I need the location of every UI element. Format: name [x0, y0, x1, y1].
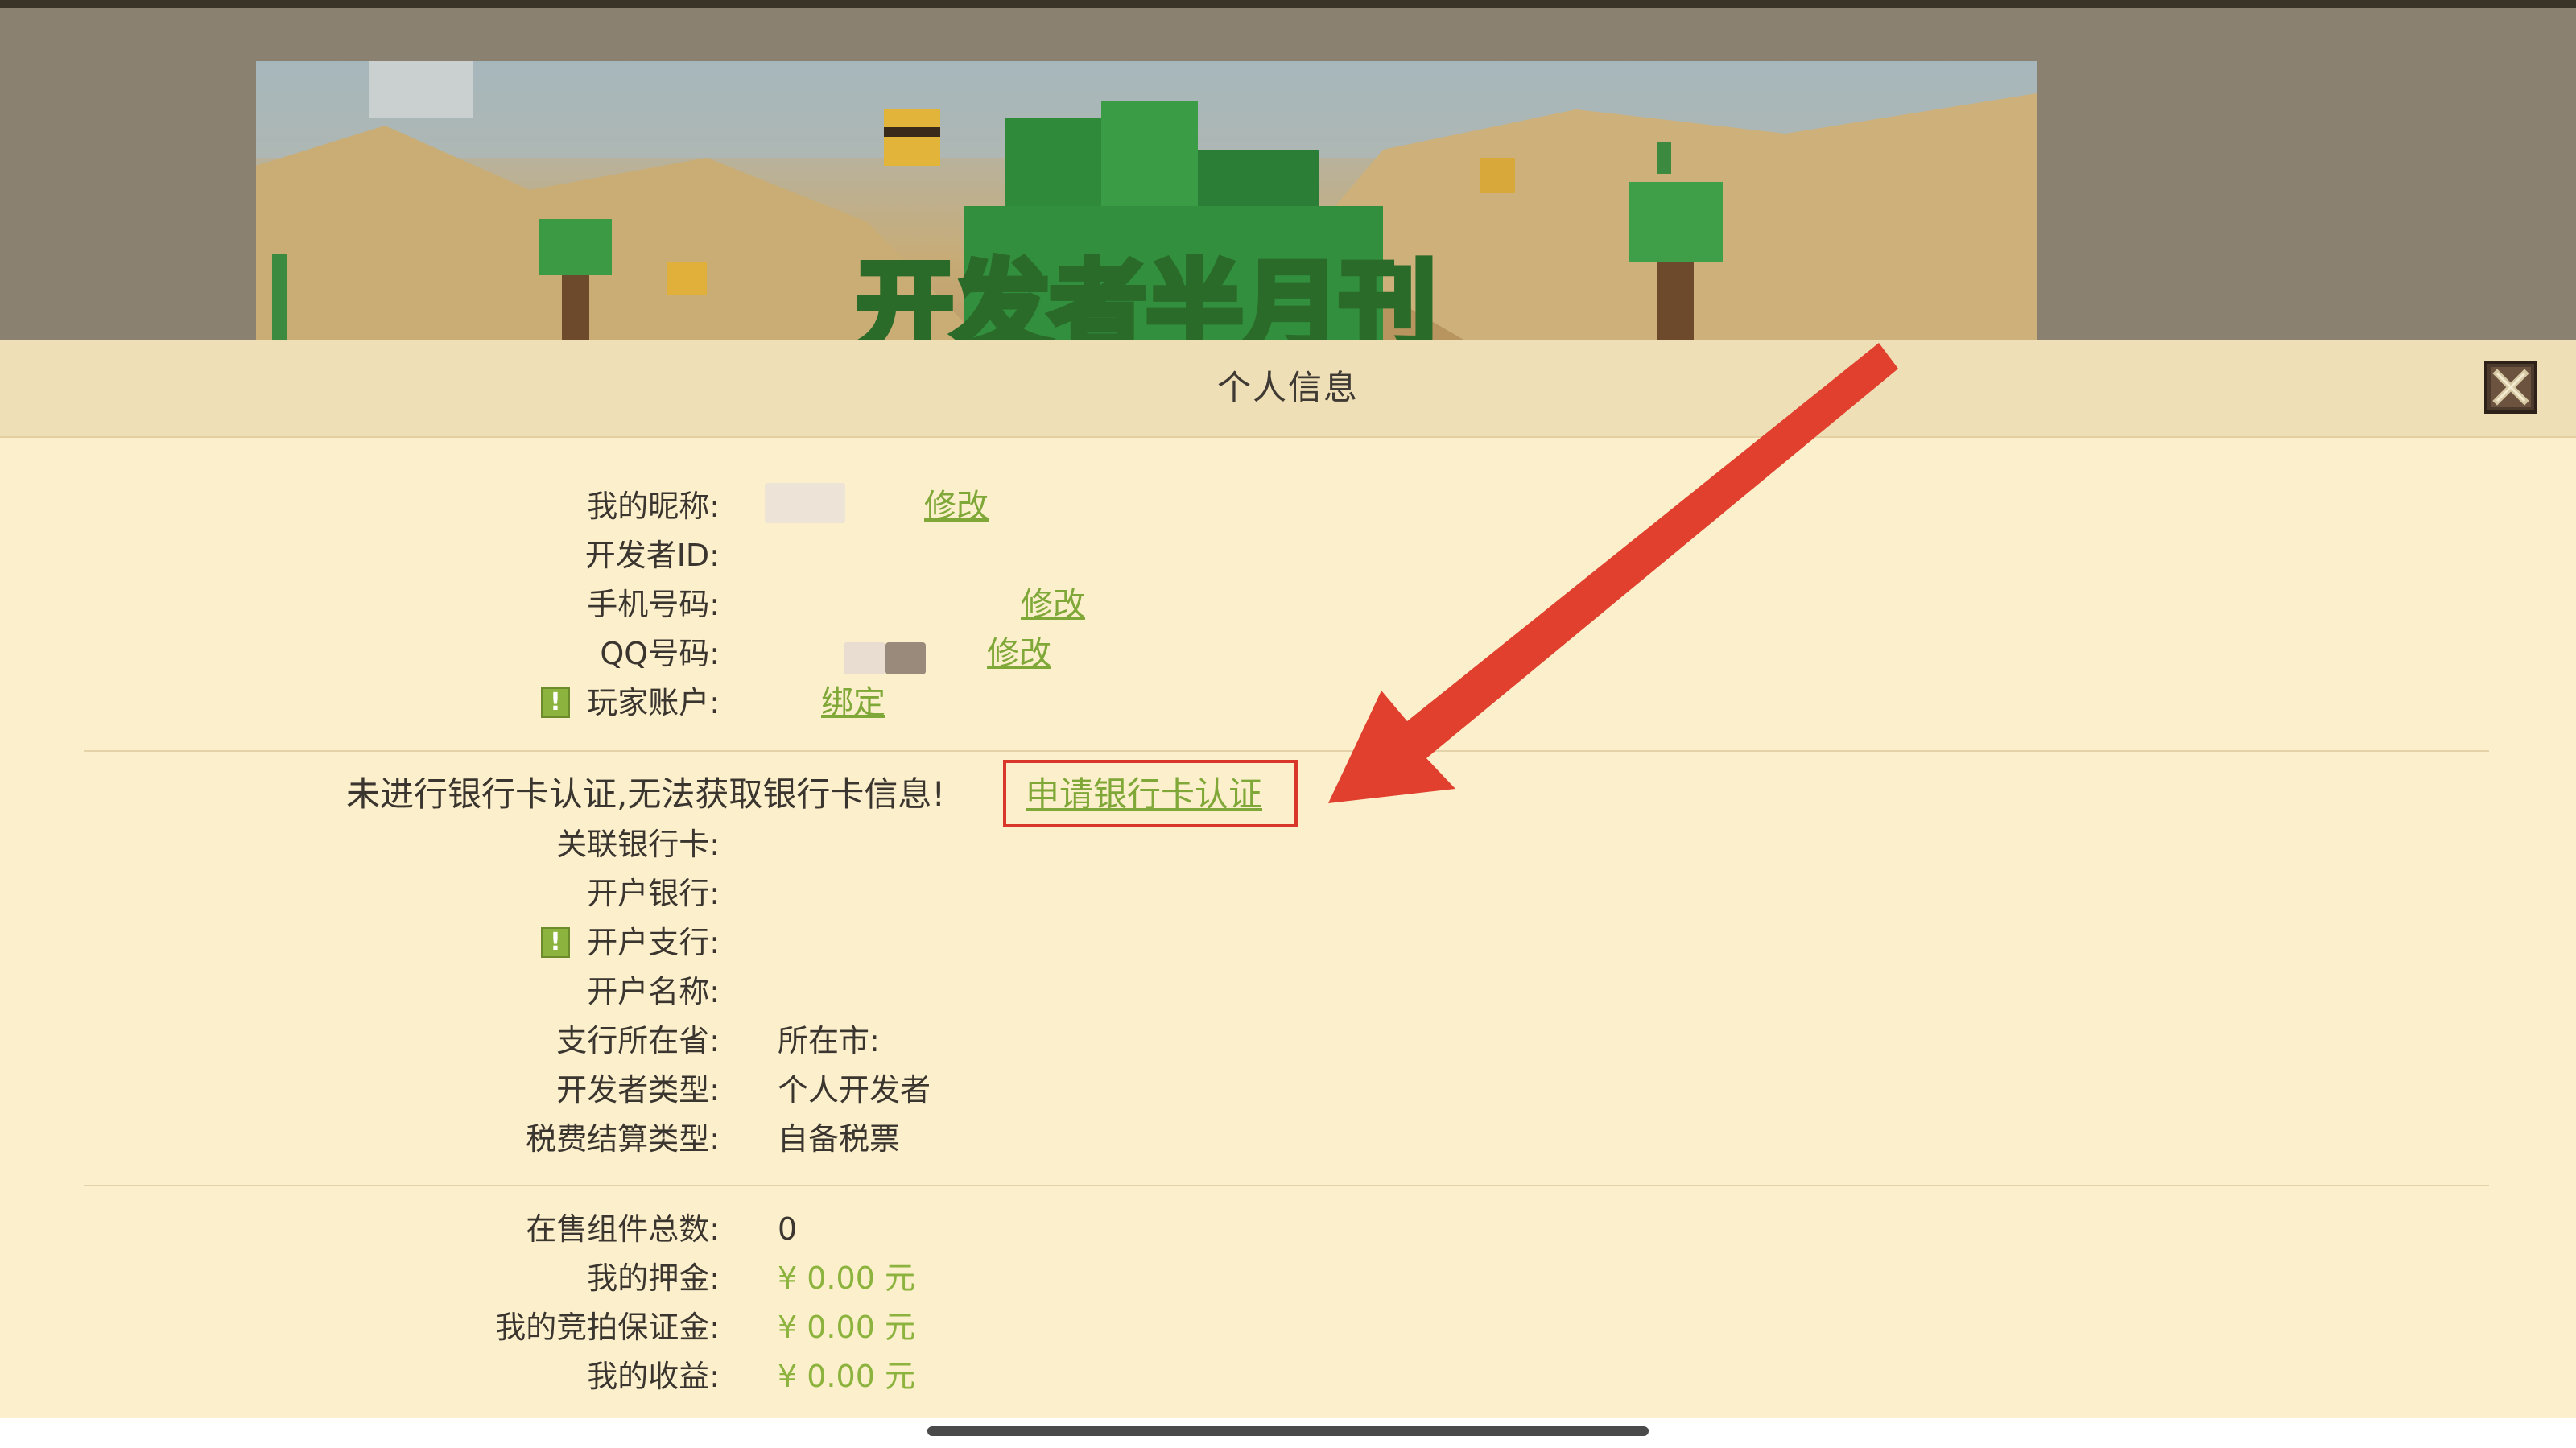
- qq-label: QQ号码:: [600, 636, 720, 671]
- deposit-value: ¥ 0.00 元: [778, 1260, 915, 1296]
- player-account-warning-icon: !: [541, 687, 570, 718]
- tax-type-label: 税费结算类型:: [526, 1121, 720, 1157]
- player-account-bind-link[interactable]: 绑定: [821, 683, 886, 723]
- qq-edit-link[interactable]: 修改: [987, 633, 1051, 674]
- developer-type-label: 开发者类型:: [556, 1072, 720, 1108]
- auction-deposit-label: 我的竞拍保证金:: [495, 1310, 720, 1345]
- tax-type-value: 自备税票: [778, 1121, 901, 1157]
- section-divider-2: [84, 1185, 2489, 1186]
- close-button[interactable]: [2484, 361, 2537, 414]
- modal-title: 个人信息: [1216, 368, 1359, 407]
- personal-info-modal: 个人信息 我的昵称: 修改 开发者ID: 手机号码: 修改 QQ号码: 修改 !…: [0, 340, 2576, 1418]
- qq-value-redacted-2: [886, 642, 926, 674]
- nickname-edit-link[interactable]: 修改: [924, 486, 989, 526]
- modal-header: 个人信息: [0, 340, 2576, 438]
- city-label: 所在市:: [778, 1023, 880, 1058]
- banner-image: 开发者半月刊: [256, 61, 2037, 340]
- auction-deposit-value: ¥ 0.00 元: [778, 1310, 915, 1345]
- account-name-label: 开户名称:: [587, 974, 720, 1009]
- linked-card-label: 关联银行卡:: [556, 827, 720, 862]
- earnings-value: ¥ 0.00 元: [778, 1359, 915, 1394]
- background-overlay: 开发者半月刊: [0, 0, 2576, 340]
- items-on-sale-label: 在售组件总数:: [526, 1211, 720, 1247]
- earnings-label: 我的收益:: [587, 1359, 720, 1394]
- phone-label: 手机号码:: [587, 587, 720, 622]
- banner-title: 开发者半月刊: [857, 251, 1436, 340]
- nickname-label: 我的昵称:: [587, 489, 720, 524]
- top-bar: [0, 0, 2576, 8]
- nickname-value-redacted: [765, 483, 845, 523]
- phone-edit-link[interactable]: 修改: [1021, 584, 1085, 625]
- branch-label: 开户支行:: [587, 925, 720, 960]
- bank-notice: 未进行银行卡认证,无法获取银行卡信息!: [346, 774, 946, 814]
- apply-bank-auth-link[interactable]: 申请银行卡认证: [1026, 774, 1262, 815]
- section-divider-1: [84, 750, 2489, 752]
- branch-province-label: 支行所在省:: [556, 1023, 720, 1058]
- player-account-label: 玩家账户:: [587, 685, 720, 720]
- home-indicator[interactable]: [927, 1426, 1649, 1436]
- developer-type-value: 个人开发者: [778, 1072, 931, 1108]
- close-icon: [2491, 367, 2531, 407]
- bank-name-label: 开户银行:: [587, 876, 720, 911]
- qq-value-redacted: [844, 642, 886, 674]
- branch-warning-icon: !: [541, 927, 570, 958]
- deposit-label: 我的押金:: [587, 1260, 720, 1296]
- items-on-sale-value: 0: [778, 1211, 798, 1247]
- developer-id-label: 开发者ID:: [584, 538, 720, 573]
